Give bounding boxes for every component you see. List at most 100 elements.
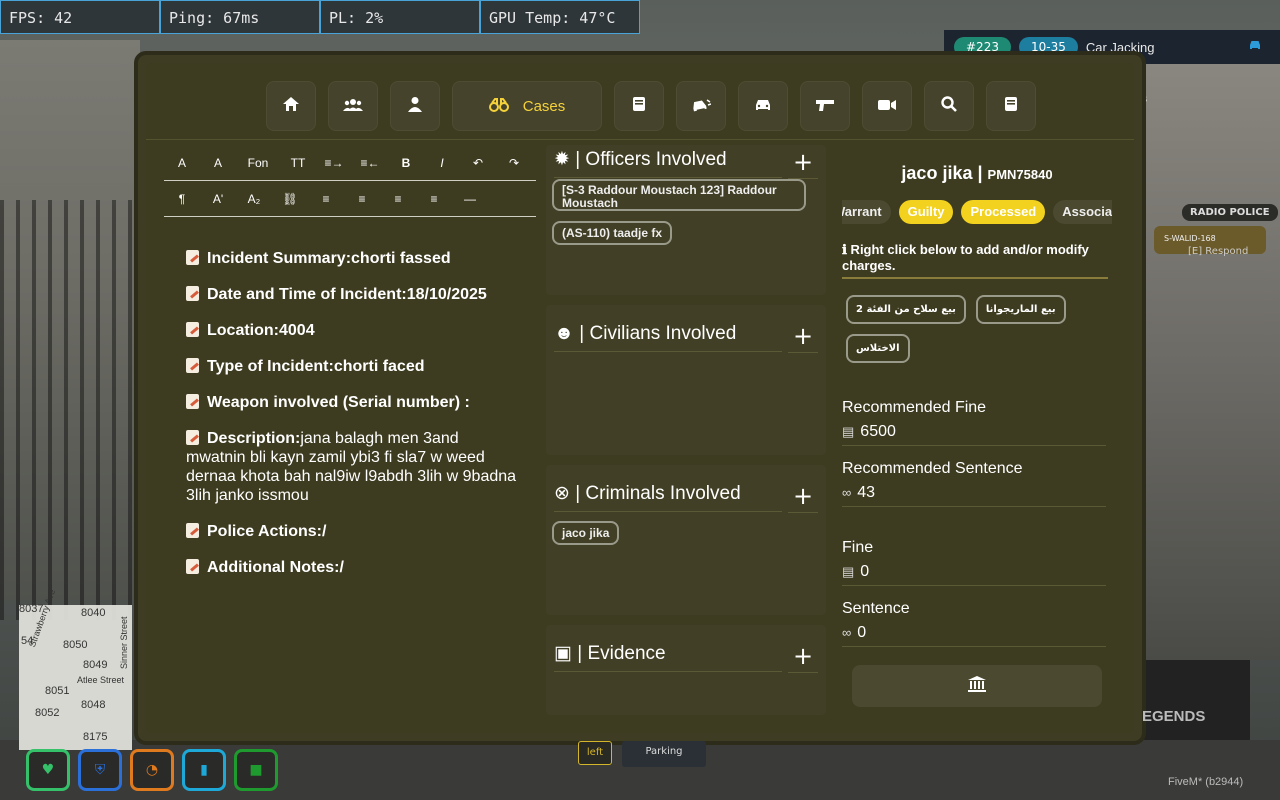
process-sentence-button[interactable] xyxy=(852,665,1102,707)
processed-badge[interactable]: Processed xyxy=(961,200,1046,224)
nav-reports[interactable] xyxy=(614,81,664,131)
toolbar-row-2: ¶ A' A₂ ⛓ ≡ ≡ ≡ ≡ — xyxy=(164,181,536,217)
map-label: Sinner Street xyxy=(119,616,129,669)
suspect-status-badges: Warrant Guilty Processed Associates xyxy=(842,200,1112,224)
nav-cases[interactable]: Cases xyxy=(452,81,602,131)
suspect-details: jaco jika | PMN75840 Warrant Guilty Proc… xyxy=(842,145,1112,735)
align-justify-button[interactable]: ≡ xyxy=(416,192,452,206)
font-color-button[interactable]: A xyxy=(164,156,200,170)
report-line: Police Actions:/ xyxy=(186,522,518,541)
add-officer-button[interactable]: + xyxy=(788,148,818,179)
editor-toolbar: A A Fon TT ≡→ ≡← B I ↶ ↷ ¶ A' A₂ ⛓ ≡ ≡ ≡… xyxy=(164,145,536,217)
paragraph-button[interactable]: ¶ xyxy=(164,192,200,206)
thirst-indicator: ▮ xyxy=(182,749,226,791)
font-size-button[interactable]: TT xyxy=(280,156,316,170)
font-family-button[interactable]: Fon xyxy=(236,156,280,170)
officer-tag[interactable]: [S-3 Raddour Moustach 123] Raddour Moust… xyxy=(552,179,806,211)
receipt-icon: ▤ xyxy=(842,564,855,579)
nav-people[interactable] xyxy=(328,81,378,131)
car-crash-icon xyxy=(691,96,712,117)
home-icon xyxy=(282,96,300,117)
officer-tag[interactable]: (AS-110) taadje fx xyxy=(552,221,673,245)
report-line: Type of Incident:chorti faced xyxy=(186,357,518,376)
evidence-section: ▣ | Evidence + xyxy=(546,625,826,715)
sentence-field: Sentence ∞ 0 xyxy=(842,600,1112,647)
charge-tag[interactable]: بيع سلاح من الفئة 2 xyxy=(846,295,966,324)
fine-input[interactable]: ▤ 0 xyxy=(842,563,1106,586)
report-document[interactable]: Incident Summary:chorti fassed Date and … xyxy=(164,217,536,577)
redo-button[interactable]: ↷ xyxy=(496,156,532,170)
charge-tag[interactable]: الاختلاس xyxy=(846,334,910,363)
outdent-button[interactable]: ≡← xyxy=(352,156,388,170)
handcuffs-icon: ∞ xyxy=(842,485,852,500)
align-left-button[interactable]: ≡ xyxy=(308,192,344,206)
suspect-id: PMN75840 xyxy=(987,167,1053,182)
recommended-sentence-label: Recommended Sentence xyxy=(842,460,1023,477)
memo-icon xyxy=(186,286,199,301)
nav-weapons[interactable] xyxy=(800,81,850,131)
performance-stats-bar: FPS: 42 Ping: 67ms PL: 2% GPU Temp: 47°C xyxy=(0,0,640,34)
map-label: 8051 xyxy=(45,685,70,697)
guilty-badge[interactable]: Guilty xyxy=(898,200,954,224)
radio-police-tag: RADIO POLICE xyxy=(1182,204,1278,221)
minimap: 8037 8040 54 8050 8049 8051 8048 8052 81… xyxy=(19,588,132,750)
recommended-fine-field: Recommended Fine ▤ 6500 xyxy=(842,399,1112,446)
criminals-title: ⊗ | Criminals Involved xyxy=(554,482,782,512)
add-evidence-button[interactable]: + xyxy=(788,642,818,673)
highlight-button[interactable]: A xyxy=(200,156,236,170)
subscript-button[interactable]: A₂ xyxy=(236,192,272,206)
add-criminal-button[interactable]: + xyxy=(788,482,818,513)
link-button[interactable]: ⛓ xyxy=(272,192,308,206)
charge-tag[interactable]: بيع الماريجوانا xyxy=(975,295,1066,324)
align-center-button[interactable]: ≡ xyxy=(344,192,380,206)
user-icon xyxy=(408,96,422,117)
align-right-button[interactable]: ≡ xyxy=(380,192,416,206)
criminal-tag[interactable]: jaco jika xyxy=(552,521,620,545)
nav-legislation[interactable] xyxy=(986,81,1036,131)
map-label: 8040 xyxy=(81,607,106,619)
nav-vehicle-crash[interactable] xyxy=(676,81,726,131)
nav-cameras[interactable] xyxy=(862,81,912,131)
sentence-input[interactable]: ∞ 0 xyxy=(842,624,1106,647)
suspect-name: jaco jika | PMN75840 xyxy=(901,163,1053,183)
nav-vehicles[interactable] xyxy=(738,81,788,131)
badge-icon: ✹ xyxy=(554,149,576,170)
report-line: Additional Notes:/ xyxy=(186,558,518,577)
charges-list[interactable]: بيع سلاح من الفئة 2 بيع الماريجوانا الاخ… xyxy=(842,295,1072,363)
report-line: Location:4004 xyxy=(186,321,518,340)
recommended-sentence-value: 43 xyxy=(857,484,876,501)
report-editor: A A Fon TT ≡→ ≡← B I ↶ ↷ ¶ A' A₂ ⛓ ≡ ≡ ≡… xyxy=(164,145,536,735)
background-fence xyxy=(0,200,140,620)
superscript-button[interactable]: A' xyxy=(200,192,236,206)
memo-icon xyxy=(186,523,199,538)
add-civilian-button[interactable]: + xyxy=(788,322,818,353)
bold-button[interactable]: B xyxy=(388,156,424,170)
memo-icon xyxy=(186,322,199,337)
food-icon: ◔ xyxy=(145,762,159,778)
packet-loss-stat: PL: 2% xyxy=(320,0,480,34)
recommended-fine-value-row: ▤ 6500 xyxy=(842,423,1106,446)
hunger-indicator: ◔ xyxy=(130,749,174,791)
report-line: Weapon involved (Serial number) : xyxy=(186,393,518,412)
associates-badge[interactable]: Associates xyxy=(1053,200,1112,224)
indent-button[interactable]: ≡→ xyxy=(316,156,352,170)
warrant-badge[interactable]: Warrant xyxy=(842,200,891,224)
undo-button[interactable]: ↶ xyxy=(460,156,496,170)
fine-value: 0 xyxy=(860,563,870,580)
report-line: Date and Time of Incident:18/10/2025 xyxy=(186,285,518,304)
nav-search[interactable] xyxy=(924,81,974,131)
nav-profile[interactable] xyxy=(390,81,440,131)
horizontal-rule-button[interactable]: — xyxy=(452,192,488,206)
nav-home[interactable] xyxy=(266,81,316,131)
memo-icon xyxy=(186,250,199,265)
sentence-value: 0 xyxy=(857,624,867,641)
civilians-title: ☻ | Civilians Involved xyxy=(554,323,782,352)
recommended-fine-label: Recommended Fine xyxy=(842,399,987,416)
officers-section: ✹ | Officers Involved + [S-3 Raddour Mou… xyxy=(546,145,826,295)
italic-button[interactable]: I xyxy=(424,156,460,170)
car-icon xyxy=(1248,39,1262,55)
users-icon xyxy=(343,96,363,117)
criminals-header: ⊗ | Criminals Involved + xyxy=(546,465,826,515)
fine-field: Fine ▤ 0 xyxy=(842,539,1112,586)
